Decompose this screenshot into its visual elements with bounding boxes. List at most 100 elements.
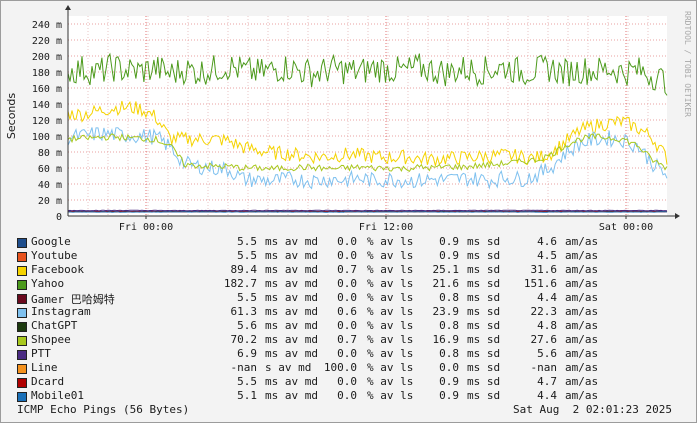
- legend-loss: 0.7: [337, 333, 357, 346]
- legend-swatch: [17, 280, 27, 290]
- legend-loss: 0.6: [337, 305, 357, 318]
- legend-sd: 21.6: [432, 277, 460, 290]
- legend-sd: 16.9: [432, 333, 460, 346]
- legend-amas-unit: am/as: [565, 347, 599, 360]
- legend-median: 5.5: [237, 291, 257, 304]
- legend-loss: 0.0: [337, 235, 357, 248]
- legend-amas-unit: am/as: [565, 361, 599, 374]
- legend-sd-unit: ms sd: [467, 249, 501, 262]
- legend-sd: 0.8: [439, 319, 459, 332]
- legend-name: Mobile01: [31, 389, 84, 402]
- y-tick-label: 180 m: [32, 68, 62, 79]
- legend-median: 6.9: [237, 347, 257, 360]
- legend-loss: 0.0: [337, 389, 357, 402]
- legend-amas: 27.6: [530, 333, 558, 346]
- y-tick-label: 0: [56, 212, 62, 223]
- legend-median: 5.5: [237, 235, 257, 248]
- graph-timestamp: Sat Aug 2 02:01:23 2025: [513, 403, 672, 416]
- y-axis-label: Seconds: [5, 93, 18, 139]
- y-tick-label: 80 m: [38, 148, 62, 159]
- legend-amas-unit: am/as: [565, 263, 599, 276]
- legend-amas: 151.6: [523, 277, 557, 290]
- legend-median: 5.5: [237, 375, 257, 388]
- legend-sd: 0.0: [439, 361, 459, 374]
- legend-swatch: [17, 252, 27, 262]
- legend-sd: 0.8: [439, 291, 459, 304]
- legend-median: -nan: [230, 361, 258, 374]
- legend-median: 61.3: [230, 305, 258, 318]
- legend-row: Line -nan s av md 100.0% av ls 0.0 ms sd -nan a…: [17, 361, 687, 375]
- legend-loss: 0.7: [337, 263, 357, 276]
- legend-sd: 0.8: [439, 347, 459, 360]
- legend-median: 182.7: [223, 277, 257, 290]
- y-tick-label: 120 m: [32, 116, 62, 127]
- legend-row: Yahoo 182.7 ms av md 0.0% av ls 21.6 ms sd 151…: [17, 277, 687, 291]
- legend-amas: 22.3: [530, 305, 558, 318]
- series-line-mobile01: [67, 211, 668, 213]
- legend-row: ChatGPT 5.6 ms av md 0.0% av ls 0.8 ms sd 4.8 a…: [17, 319, 687, 333]
- legend-amas: 4.5: [537, 249, 557, 262]
- legend-name: Yahoo: [31, 277, 65, 290]
- legend-loss: 0.0: [337, 319, 357, 332]
- legend-swatch: [17, 392, 27, 402]
- legend-loss: 100.0: [323, 361, 357, 374]
- legend-row: Facebook 89.4 ms av md 0.7% av ls 25.1 ms sd 3…: [17, 263, 687, 277]
- legend-median: 5.1: [237, 389, 257, 402]
- legend-amas-unit: am/as: [565, 291, 599, 304]
- legend-row: Dcard 5.5 ms av md 0.0% av ls 0.9 ms sd 4.7 am/…: [17, 375, 687, 389]
- legend-swatch: [17, 308, 27, 318]
- legend-row: Google 5.5 ms av md 0.0% av ls 0.9 ms sd 4.6 am…: [17, 235, 687, 249]
- legend-swatch: [17, 378, 27, 388]
- legend-amas: 31.6: [530, 263, 558, 276]
- legend-median: 5.5: [237, 249, 257, 262]
- legend-amas-unit: am/as: [565, 249, 599, 262]
- legend-sd-unit: ms sd: [467, 389, 501, 402]
- legend-sd: 25.1: [432, 263, 460, 276]
- legend-sd: 0.9: [439, 375, 459, 388]
- legend-sd-unit: ms sd: [467, 375, 501, 388]
- legend-name: Facebook: [31, 263, 84, 276]
- legend-amas: 4.4: [537, 291, 557, 304]
- legend-sd-unit: ms sd: [467, 235, 501, 248]
- legend-median: 70.2: [230, 333, 258, 346]
- legend-row: Instagram 61.3 ms av md 0.6% av ls 23.9 ms sd…: [17, 305, 687, 319]
- legend-name: Instagram: [31, 305, 91, 318]
- y-tick-label: 40 m: [38, 180, 62, 191]
- legend-loss: 0.0: [337, 375, 357, 388]
- x-tick-label: Sat 00:00: [599, 222, 653, 233]
- legend: Google 5.5 ms av md 0.0% av ls 0.9 ms sd 4.6 am…: [17, 235, 687, 403]
- legend-sd: 0.9: [439, 389, 459, 402]
- legend-swatch: [17, 364, 27, 374]
- legend-row: PTT 6.9 ms av md 0.0% av ls 0.8 ms sd 5.6 am/as: [17, 347, 687, 361]
- legend-sd-unit: ms sd: [467, 277, 501, 290]
- legend-amas: -nan: [530, 361, 558, 374]
- legend-amas-unit: am/as: [565, 277, 599, 290]
- legend-row: Gamer 巴哈姆特 5.5 ms av md 0.0% av ls 0.8 ms sd 4…: [17, 291, 687, 306]
- legend-sd-unit: ms sd: [467, 291, 501, 304]
- legend-swatch: [17, 294, 27, 304]
- legend-loss: 0.0: [337, 347, 357, 360]
- legend-amas-unit: am/as: [565, 305, 599, 318]
- legend-swatch: [17, 350, 27, 360]
- legend-median: 89.4: [230, 263, 258, 276]
- legend-sd-unit: ms sd: [467, 347, 501, 360]
- legend-sd-unit: ms sd: [467, 305, 501, 318]
- legend-loss: 0.0: [337, 291, 357, 304]
- legend-name: PTT: [31, 347, 51, 360]
- x-axis-arrow: [675, 213, 680, 219]
- rrdtool-watermark: RRDTOOL / TOBI OETIKER: [683, 11, 692, 117]
- y-tick-label: 60 m: [38, 164, 62, 175]
- x-tick-label: Fri 12:00: [359, 222, 413, 233]
- y-tick-label: 240 m: [32, 20, 62, 31]
- legend-amas-unit: am/as: [565, 333, 599, 346]
- legend-swatch: [17, 322, 27, 332]
- legend-amas-unit: am/as: [565, 319, 599, 332]
- legend-row: Shopee 70.2 ms av md 0.7% av ls 16.9 ms sd 27.…: [17, 333, 687, 347]
- y-tick-label: 100 m: [32, 132, 62, 143]
- legend-sd-unit: ms sd: [467, 361, 501, 374]
- legend-loss: 0.0: [337, 277, 357, 290]
- legend-sd-unit: ms sd: [467, 333, 501, 346]
- legend-amas: 4.6: [537, 235, 557, 248]
- legend-sd-unit: ms sd: [467, 319, 501, 332]
- graph-title: ICMP Echo Pings (56 Bytes): [17, 403, 190, 416]
